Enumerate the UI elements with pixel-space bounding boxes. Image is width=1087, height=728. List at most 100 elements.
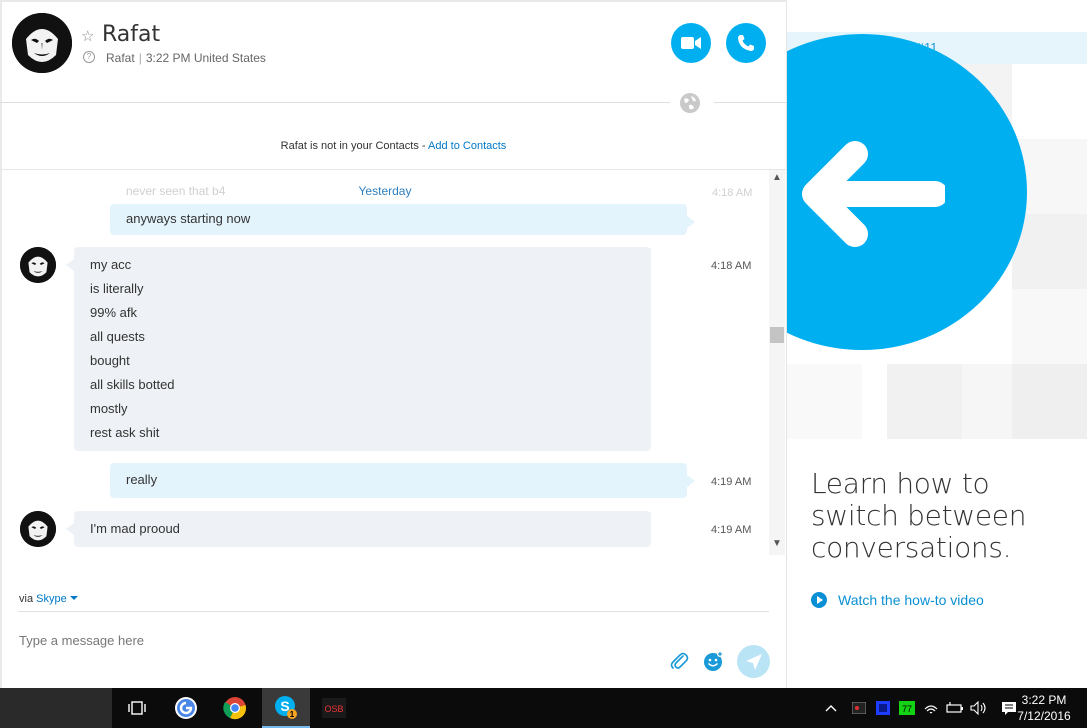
video-call-button[interactable]	[671, 23, 711, 63]
conversation-pane: ☆ Rafat ? Rafat | 3:22 PM United States Ra…	[0, 0, 787, 688]
tray-app-blue-icon[interactable]	[872, 688, 894, 728]
task-view-button[interactable]	[113, 688, 161, 728]
watch-video-link[interactable]: Watch the how-to video	[811, 592, 984, 608]
contact-handle: Rafat	[106, 51, 135, 65]
message-line: 99% afk	[90, 305, 137, 320]
taskbar-osb-app[interactable]: OSB	[310, 688, 358, 728]
message-avatar[interactable]	[20, 247, 56, 283]
background-tile	[1012, 364, 1087, 439]
message-line: all quests	[90, 329, 145, 344]
video-camera-icon	[681, 37, 701, 49]
help-icon[interactable]: ?	[83, 51, 95, 63]
header-divider	[0, 102, 670, 103]
favorite-star-icon[interactable]: ☆	[81, 27, 94, 45]
message-line: anyways starting now	[126, 211, 251, 226]
bubble-tail	[687, 475, 695, 487]
task-view-icon	[128, 701, 146, 715]
panel-top-strip	[787, 0, 1087, 32]
google-icon	[175, 697, 197, 719]
incoming-message[interactable]: I'm mad prooud	[66, 511, 651, 547]
background-tile	[887, 364, 962, 439]
osb-icon: OSB	[322, 698, 346, 718]
via-label: via	[19, 593, 34, 605]
osb-label: OSB	[324, 704, 343, 714]
bubble-tail	[687, 216, 695, 228]
paperclip-icon[interactable]	[668, 650, 690, 672]
watch-video-label: Watch the how-to video	[838, 592, 984, 608]
message-line: my acc	[90, 257, 132, 272]
scrollbar-thumb[interactable]	[770, 327, 784, 343]
scroll-down-arrow-icon[interactable]: ▼	[772, 538, 782, 552]
bubble-tail	[66, 523, 74, 535]
tray-app-green-icon[interactable]: 77	[896, 688, 918, 728]
show-hidden-icons-chevron-icon[interactable]	[820, 688, 842, 728]
via-selector[interactable]: via Skype	[19, 593, 78, 605]
phone-icon	[738, 35, 754, 51]
background-tile	[787, 364, 862, 439]
wifi-icon[interactable]	[920, 688, 942, 728]
taskbar-chrome-app[interactable]	[211, 688, 259, 728]
mask-avatar-image	[12, 13, 72, 73]
outgoing-message[interactable]: anyways starting now	[110, 204, 695, 235]
background-tile	[1012, 289, 1087, 364]
taskbar-search-area[interactable]	[0, 688, 112, 728]
message-time: 4:18 AM	[711, 260, 752, 272]
clock-time: 3:22 PM	[1021, 693, 1067, 707]
send-button[interactable]	[737, 645, 770, 678]
taskbar-skype-app[interactable]: S 1	[262, 688, 310, 728]
not-in-contacts-notice: Rafat is not in your Contacts - Add to C…	[0, 140, 787, 152]
subtitle-separator: |	[138, 51, 142, 65]
volume-icon[interactable]	[968, 688, 990, 728]
bubble-tail	[66, 259, 74, 271]
contact-name: Rafat	[102, 22, 161, 47]
mask-avatar-image	[20, 247, 56, 283]
caret-down-icon[interactable]	[69, 596, 78, 600]
globe-icon[interactable]	[679, 92, 701, 114]
contact-avatar[interactable]	[12, 13, 72, 73]
audio-call-button[interactable]	[726, 23, 766, 63]
message-time: 4:19 AM	[711, 524, 752, 536]
hero-illustration	[787, 34, 1087, 444]
contact-subtitle: Rafat | 3:22 PM United States	[106, 51, 266, 65]
tray-green-label: 77	[902, 704, 912, 714]
arrow-left-icon	[802, 141, 945, 247]
message-line: all skills botted	[90, 377, 175, 392]
message-line: rest ask shit	[90, 425, 160, 440]
skype-icon: S 1	[275, 696, 297, 719]
message-list[interactable]: never seen that b4 4:18 AM Yesterday any…	[0, 170, 768, 555]
taskbar-google-app[interactable]	[162, 688, 210, 728]
message-line: bought	[90, 353, 130, 368]
scroll-up-arrow-icon[interactable]: ▲	[772, 172, 782, 186]
incoming-message[interactable]: my acc is literally 99% afk all quests b…	[66, 247, 651, 451]
message-scrollbar[interactable]: ▲ ▼	[769, 170, 785, 555]
outgoing-message[interactable]: really	[110, 463, 695, 498]
emoticon-icon[interactable]	[702, 650, 724, 672]
tip-title: Learn how to switch between conversation…	[811, 467, 1027, 564]
message-line: mostly	[90, 401, 128, 416]
tray-app-red-icon[interactable]	[848, 688, 870, 728]
not-in-contacts-text: Rafat is not in your Contacts -	[280, 140, 429, 152]
message-line: is literally	[90, 281, 144, 296]
header-divider-right	[714, 102, 787, 103]
mask-avatar-image	[20, 511, 56, 547]
via-service[interactable]: Skype	[36, 593, 67, 605]
message-line: really	[126, 472, 158, 487]
chrome-icon	[223, 697, 246, 720]
compose-divider	[18, 611, 769, 612]
essentials-panel: Skype essentials: #11 Learn how to switc…	[787, 0, 1087, 688]
add-to-contacts-link[interactable]: Add to Contacts	[428, 140, 506, 152]
date-separator: Yesterday	[358, 184, 412, 198]
message-line: I'm mad prooud	[90, 521, 180, 536]
send-icon	[745, 653, 762, 670]
clock-date: 7/12/2016	[1017, 709, 1071, 723]
battery-icon[interactable]	[944, 688, 966, 728]
message-time: 4:19 AM	[711, 476, 752, 488]
message-input[interactable]	[19, 630, 639, 650]
system-tray: 77	[820, 688, 1022, 728]
skype-badge: 1	[290, 710, 295, 719]
play-icon	[811, 592, 827, 608]
taskbar-clock[interactable]: 3:22 PM 7/12/2016	[1012, 692, 1076, 724]
top-border	[0, 0, 787, 2]
message-avatar[interactable]	[20, 511, 56, 547]
contact-local-time: 3:22 PM United States	[145, 51, 266, 65]
